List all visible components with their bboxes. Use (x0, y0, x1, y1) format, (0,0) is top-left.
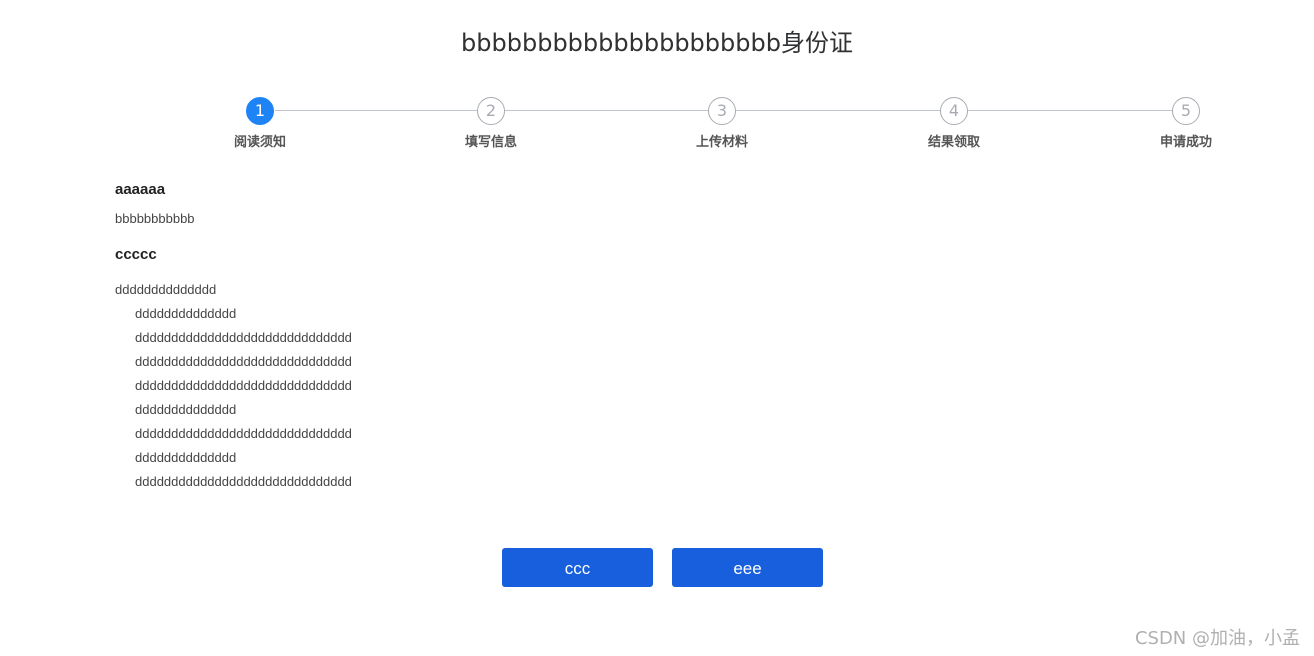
notice-line: dddddddddddddddddddddddddddddd (135, 378, 352, 393)
step-1[interactable]: 1 阅读须知 (200, 96, 320, 150)
step-5[interactable]: 5 申请成功 (1126, 96, 1246, 150)
page-title: bbbbbbbbbbbbbbbbbbbbb身份证 (461, 29, 853, 57)
step-2-label: 填写信息 (464, 135, 517, 150)
notice-line: dddddddddddddd (135, 450, 237, 465)
step-1-label: 阅读须知 (233, 135, 286, 150)
notice-lines: dddddddddddddd dddddddddddddd dddddddddd… (115, 278, 1215, 494)
step-2-circle: 2 (477, 97, 505, 125)
step-5-label: 申请成功 (1159, 135, 1212, 150)
step-3-circle: 3 (708, 97, 736, 125)
eee-button[interactable]: eee (672, 548, 823, 587)
section-heading: ccccc (115, 246, 157, 263)
notice-line: dddddddddddddddddddddddddddddd (135, 354, 352, 369)
step-1-circle: 1 (246, 97, 274, 125)
step-2[interactable]: 2 填写信息 (431, 96, 551, 150)
notice-line: dddddddddddddd (135, 402, 237, 417)
page: bbbbbbbbbbbbbbbbbbbbb身份证 1 阅读须知 2 填写信息 3… (0, 0, 1314, 656)
ccc-button[interactable]: ccc (502, 548, 653, 587)
section-heading: aaaaaa (115, 181, 166, 198)
steps-bar: 1 阅读须知 2 填写信息 3 上传材料 4 结果领取 5 申请成功 (0, 96, 1314, 156)
step-4-circle: 4 (940, 97, 968, 125)
section-text: bbbbbbbbbbb (115, 211, 195, 226)
step-4-label: 结果领取 (927, 135, 980, 150)
notice-line: dddddddddddddd (135, 306, 237, 321)
step-5-circle: 5 (1172, 97, 1200, 125)
step-4[interactable]: 4 结果领取 (894, 96, 1014, 150)
step-3-label: 上传材料 (695, 135, 748, 150)
watermark: CSDN @加油，小孟 (1134, 628, 1300, 649)
step-3[interactable]: 3 上传材料 (662, 96, 782, 150)
notice-line: dddddddddddddddddddddddddddddd (135, 474, 352, 489)
notice-content: aaaaaa bbbbbbbbbbb ccccc dddddddddddddd … (115, 180, 1215, 494)
notice-line: dddddddddddddddddddddddddddddd (135, 330, 352, 345)
notice-line: dddddddddddddd (115, 282, 217, 297)
notice-line: dddddddddddddddddddddddddddddd (135, 426, 352, 441)
